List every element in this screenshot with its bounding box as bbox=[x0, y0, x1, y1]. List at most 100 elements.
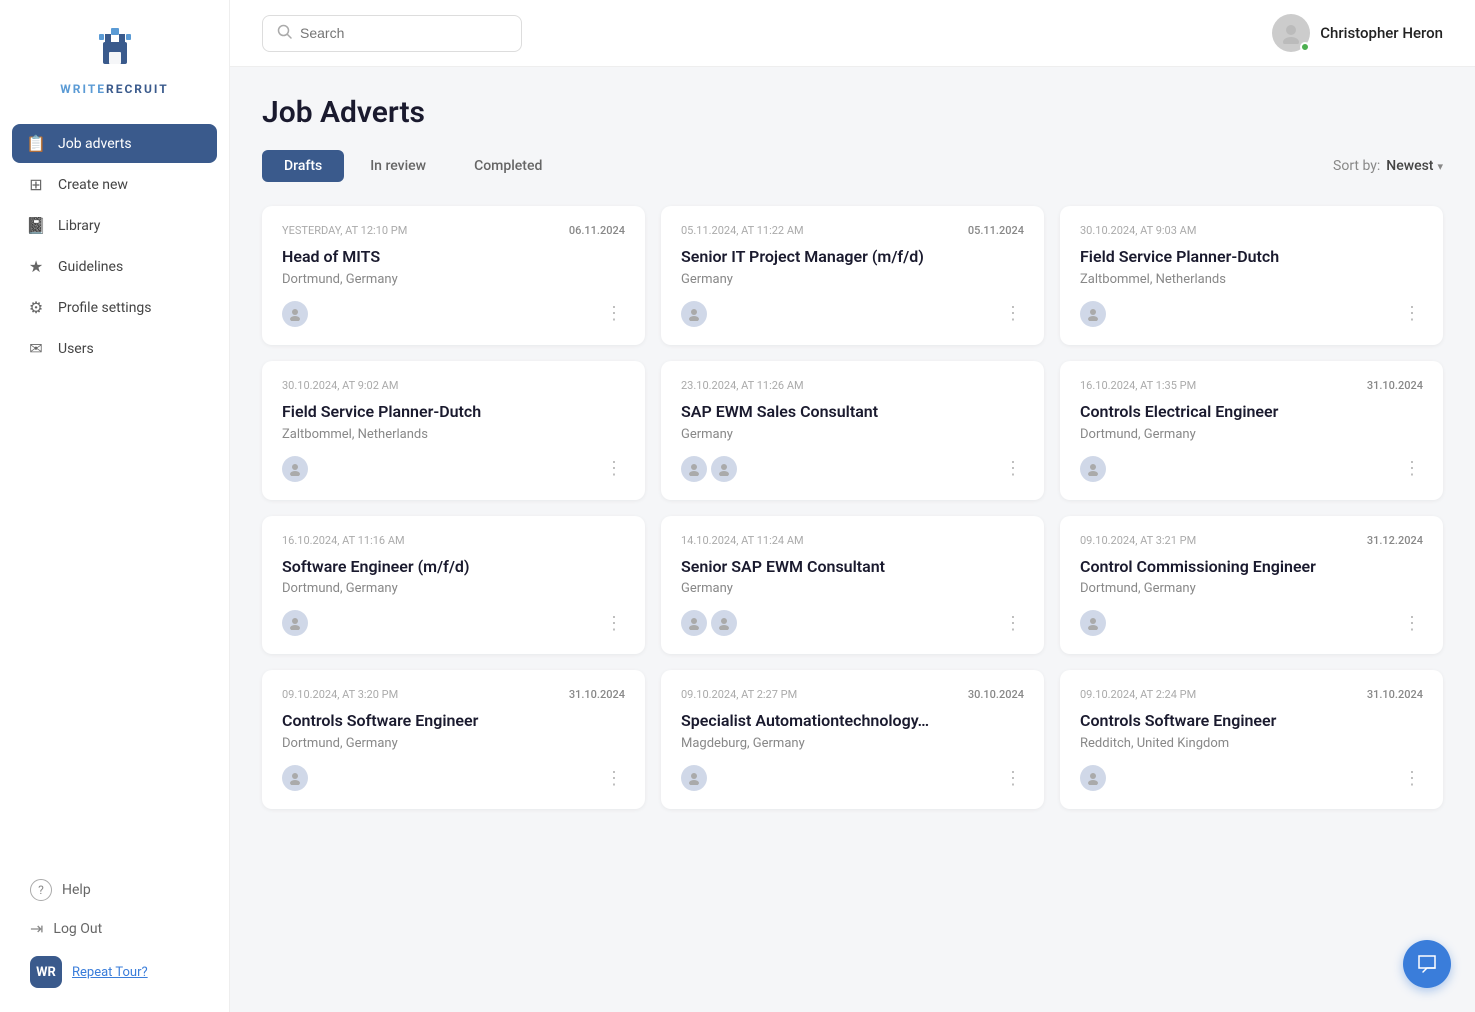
sidebar-item-guidelines[interactable]: ★ Guidelines bbox=[12, 247, 217, 286]
logout-label: Log Out bbox=[53, 921, 102, 937]
card-avatars bbox=[282, 456, 308, 482]
sidebar-item-label: Profile settings bbox=[58, 300, 152, 316]
sidebar-help[interactable]: ? Help bbox=[16, 871, 213, 909]
card-meta: 09.10.2024, at 3:20 PM 31.10.2024 bbox=[282, 688, 625, 701]
card-menu-button[interactable]: ⋮ bbox=[605, 613, 625, 634]
sort-bar: Sort by: Newest ▾ bbox=[1333, 158, 1443, 174]
job-card[interactable]: Yesterday, at 12:10 PM 06.11.2024 Head o… bbox=[262, 206, 645, 345]
card-avatars bbox=[282, 301, 308, 327]
card-menu-button[interactable]: ⋮ bbox=[605, 768, 625, 789]
sidebar-item-library[interactable]: 📓 Library bbox=[12, 206, 217, 245]
tab-drafts[interactable]: Drafts bbox=[262, 150, 344, 182]
card-avatars bbox=[1080, 456, 1106, 482]
sidebar-item-users[interactable]: ✉ Users bbox=[12, 329, 217, 368]
card-date-created: 09.10.2024, at 2:24 PM bbox=[1080, 688, 1196, 701]
card-footer: ⋮ bbox=[1080, 456, 1423, 482]
card-date-deadline: 06.11.2024 bbox=[569, 224, 625, 237]
card-avatar bbox=[1080, 610, 1106, 636]
card-footer: ⋮ bbox=[1080, 301, 1423, 327]
card-avatars bbox=[1080, 765, 1106, 791]
sidebar-item-profile-settings[interactable]: ⚙ Profile settings bbox=[12, 288, 217, 327]
card-title: Controls Software Engineer bbox=[1080, 711, 1423, 732]
card-location: Zaltbommel, Netherlands bbox=[282, 427, 625, 442]
card-avatar bbox=[681, 610, 707, 636]
job-card[interactable]: 30.10.2024, at 9:02 AM Field Service Pla… bbox=[262, 361, 645, 500]
card-avatars bbox=[681, 765, 707, 791]
job-card[interactable]: 09.10.2024, at 3:20 PM 31.10.2024 Contro… bbox=[262, 670, 645, 809]
content-area: Job Adverts Drafts In review Completed S… bbox=[230, 67, 1475, 1012]
card-meta: 16.10.2024, at 11:16 AM bbox=[282, 534, 625, 547]
job-card[interactable]: 16.10.2024, at 1:35 PM 31.10.2024 Contro… bbox=[1060, 361, 1443, 500]
card-title: Controls Software Engineer bbox=[282, 711, 625, 732]
sidebar: WRITERECRUIT 📋 Job adverts ⊞ Create new … bbox=[0, 0, 230, 1012]
sidebar-item-job-adverts[interactable]: 📋 Job adverts bbox=[12, 124, 217, 163]
library-icon: 📓 bbox=[26, 216, 46, 235]
main-content: Christopher Heron Job Adverts Drafts In … bbox=[230, 0, 1475, 1012]
card-menu-button[interactable]: ⋮ bbox=[1403, 613, 1423, 634]
card-menu-button[interactable]: ⋮ bbox=[1004, 458, 1024, 479]
card-title: Field Service Planner-Dutch bbox=[1080, 247, 1423, 268]
card-location: Dortmund, Germany bbox=[1080, 427, 1423, 442]
card-meta: 23.10.2024, at 11:26 AM bbox=[681, 379, 1024, 392]
job-card[interactable]: 30.10.2024, at 9:03 AM Field Service Pla… bbox=[1060, 206, 1443, 345]
sort-label: Sort by: bbox=[1333, 158, 1380, 174]
cards-grid: Yesterday, at 12:10 PM 06.11.2024 Head o… bbox=[262, 206, 1443, 809]
card-date-created: 14.10.2024, at 11:24 AM bbox=[681, 534, 804, 547]
card-meta: 09.10.2024, at 2:24 PM 31.10.2024 bbox=[1080, 688, 1423, 701]
card-avatars bbox=[681, 610, 737, 636]
card-menu-button[interactable]: ⋮ bbox=[1004, 768, 1024, 789]
tab-completed[interactable]: Completed bbox=[452, 150, 564, 182]
card-menu-button[interactable]: ⋮ bbox=[1004, 613, 1024, 634]
logout-icon: ⇥ bbox=[30, 919, 43, 938]
card-avatars bbox=[282, 765, 308, 791]
card-menu-button[interactable]: ⋮ bbox=[605, 458, 625, 479]
card-menu-button[interactable]: ⋮ bbox=[1004, 303, 1024, 324]
guidelines-icon: ★ bbox=[26, 257, 46, 276]
card-meta: 16.10.2024, at 1:35 PM 31.10.2024 bbox=[1080, 379, 1423, 392]
tab-in-review[interactable]: In review bbox=[348, 150, 448, 182]
card-menu-button[interactable]: ⋮ bbox=[605, 303, 625, 324]
card-avatars bbox=[681, 456, 737, 482]
card-menu-button[interactable]: ⋮ bbox=[1403, 303, 1423, 324]
job-card[interactable]: 23.10.2024, at 11:26 AM SAP EWM Sales Co… bbox=[661, 361, 1044, 500]
sidebar-logout[interactable]: ⇥ Log Out bbox=[16, 911, 213, 946]
header: Christopher Heron bbox=[230, 0, 1475, 67]
card-menu-button[interactable]: ⋮ bbox=[1403, 768, 1423, 789]
card-footer: ⋮ bbox=[681, 610, 1024, 636]
card-footer: ⋮ bbox=[1080, 765, 1423, 791]
card-avatar bbox=[681, 456, 707, 482]
card-date-created: 30.10.2024, at 9:02 AM bbox=[282, 379, 398, 392]
job-card[interactable]: 14.10.2024, at 11:24 AM Senior SAP EWM C… bbox=[661, 516, 1044, 655]
card-date-created: 05.11.2024, at 11:22 AM bbox=[681, 224, 804, 237]
job-card[interactable]: 09.10.2024, at 2:27 PM 30.10.2024 Specia… bbox=[661, 670, 1044, 809]
sidebar-repeat-tour[interactable]: WR Repeat Tour? bbox=[16, 948, 213, 996]
chat-button[interactable] bbox=[1403, 940, 1451, 988]
card-avatars bbox=[1080, 610, 1106, 636]
card-footer: ⋮ bbox=[1080, 610, 1423, 636]
card-menu-button[interactable]: ⋮ bbox=[1403, 458, 1423, 479]
card-date-deadline: 30.10.2024 bbox=[968, 688, 1024, 701]
page-title: Job Adverts bbox=[262, 95, 1443, 130]
card-location: Dortmund, Germany bbox=[1080, 581, 1423, 596]
job-card[interactable]: 05.11.2024, at 11:22 AM 05.11.2024 Senio… bbox=[661, 206, 1044, 345]
card-date-deadline: 31.10.2024 bbox=[1367, 379, 1423, 392]
card-meta: 14.10.2024, at 11:24 AM bbox=[681, 534, 1024, 547]
job-card[interactable]: 09.10.2024, at 2:24 PM 31.10.2024 Contro… bbox=[1060, 670, 1443, 809]
job-card[interactable]: 09.10.2024, at 3:21 PM 31.12.2024 Contro… bbox=[1060, 516, 1443, 655]
sidebar-item-label: Guidelines bbox=[58, 259, 123, 275]
sort-dropdown[interactable]: Newest ▾ bbox=[1386, 158, 1443, 174]
job-card[interactable]: 16.10.2024, at 11:16 AM Software Enginee… bbox=[262, 516, 645, 655]
search-input[interactable] bbox=[300, 25, 507, 41]
sidebar-item-create-new[interactable]: ⊞ Create new bbox=[12, 165, 217, 204]
sidebar-item-label: Users bbox=[58, 341, 94, 357]
card-title: Specialist Automationtechnology… bbox=[681, 711, 1024, 732]
card-meta: 30.10.2024, at 9:03 AM bbox=[1080, 224, 1423, 237]
card-date-created: 23.10.2024, at 11:26 AM bbox=[681, 379, 804, 392]
sidebar-nav: 📋 Job adverts ⊞ Create new 📓 Library ★ G… bbox=[0, 116, 229, 859]
repeat-tour-label[interactable]: Repeat Tour? bbox=[72, 965, 148, 980]
logo: WRITERECRUIT bbox=[0, 0, 229, 116]
card-location: Germany bbox=[681, 427, 1024, 442]
search-bar[interactable] bbox=[262, 15, 522, 52]
card-footer: ⋮ bbox=[681, 456, 1024, 482]
sidebar-item-label: Job adverts bbox=[58, 136, 132, 152]
